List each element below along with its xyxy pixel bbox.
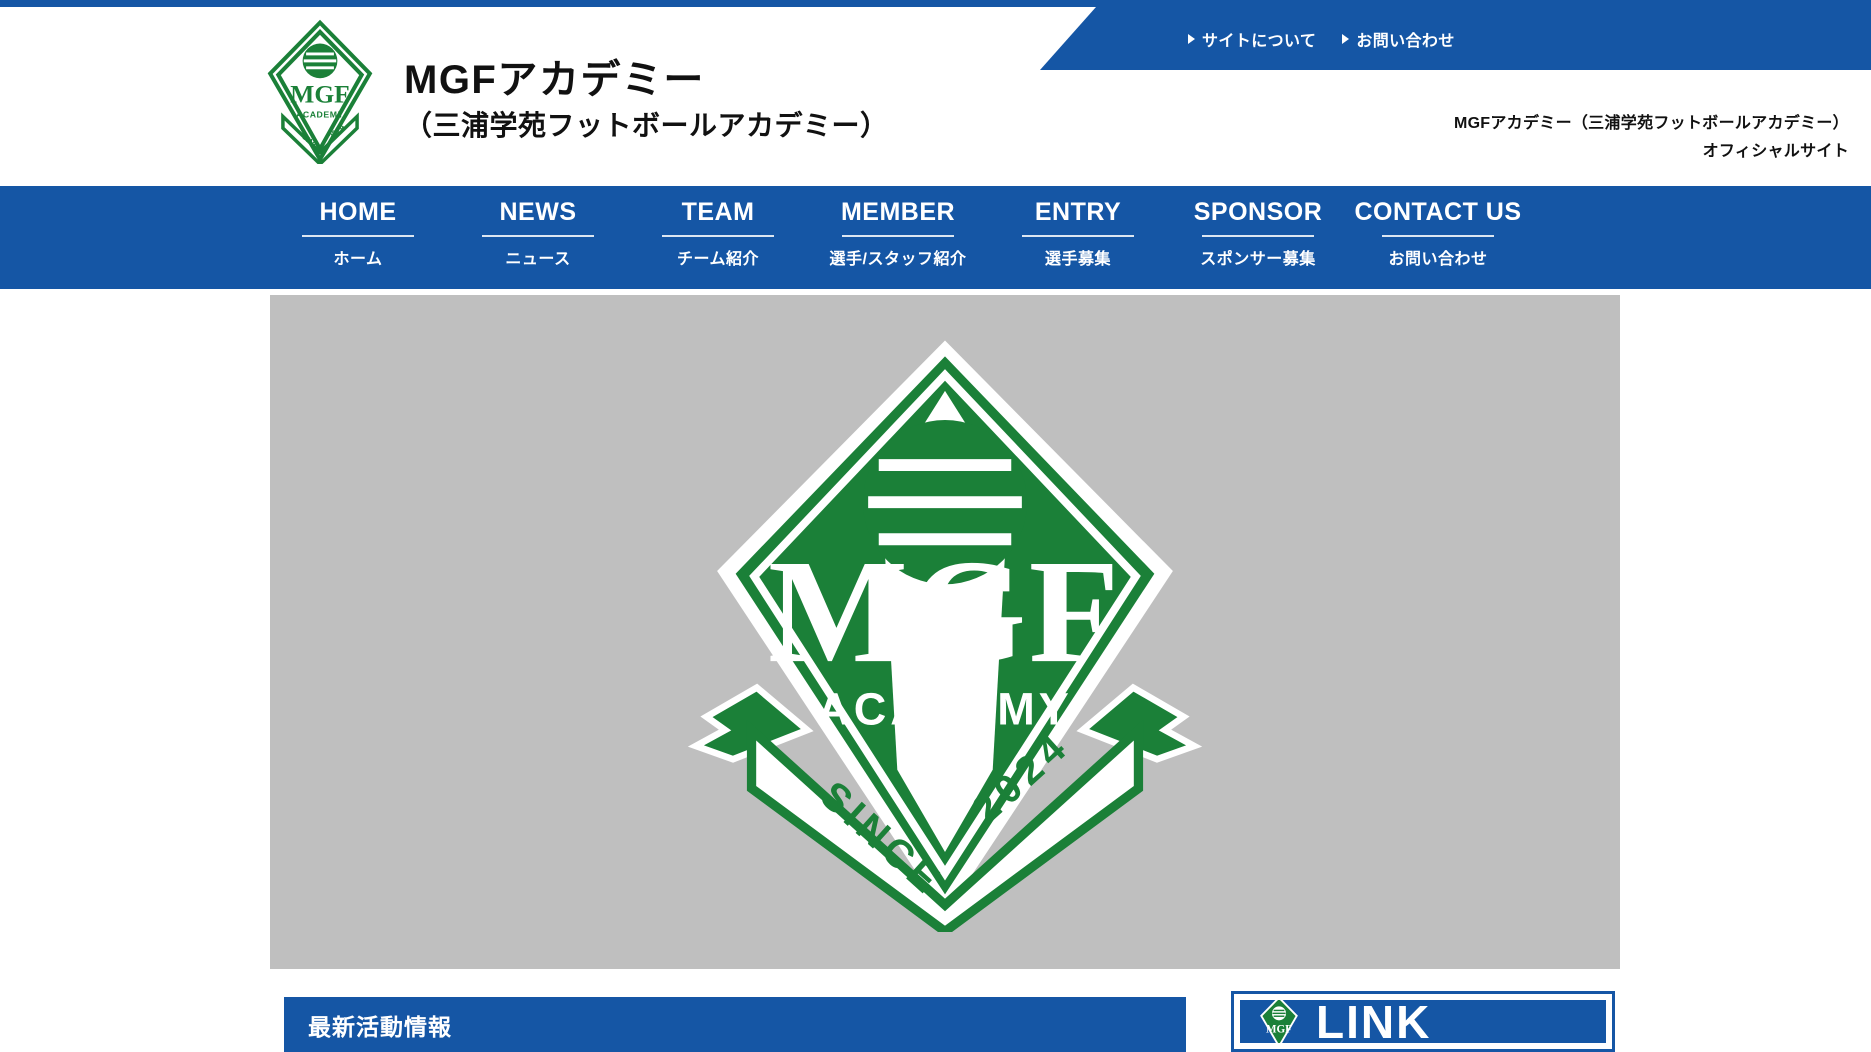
- hero-banner[interactable]: MGF ACADEMY SINCE 2024: [270, 295, 1620, 969]
- nav-item-member-jp: 選手/スタッフ紹介: [829, 251, 967, 269]
- toplink-about-label: サイトについて: [1202, 32, 1317, 50]
- nav-item-entry-jp: 選手募集: [1044, 251, 1111, 269]
- latest-activity-title: 最新活動情報: [308, 1013, 452, 1040]
- nav-divider: [1382, 235, 1494, 238]
- nav-item-sponsor-jp: スポンサー募集: [1200, 251, 1316, 269]
- nav-item-contact-jp: お問い合わせ: [1388, 251, 1488, 269]
- brand[interactable]: MGF ACADEMY SINCE 2024 MGFアカデミー （三浦学苑フット…: [262, 18, 889, 164]
- hero-crest-monogram: MGF: [768, 530, 1122, 694]
- nav-item-member-en: MEMBER: [840, 198, 956, 226]
- official-site-text: MGFアカデミー（三浦学苑フットボールアカデミー） オフィシャルサイト: [1454, 110, 1849, 166]
- main-nav: HOME ホーム NEWS ニュース TEAM チーム紹介 MEMBER 選手/…: [0, 186, 1871, 289]
- page-root: サイトについて お問い合わせ MGF ACADEMY SINCE 2024 MG…: [0, 0, 1871, 1052]
- topbar-links: サイトについて お問い合わせ: [1040, 7, 1871, 70]
- toplink-contact[interactable]: お問い合わせ: [1342, 27, 1454, 51]
- link-panel[interactable]: MGF LINK: [1231, 991, 1615, 1052]
- latest-activity-panel: 最新活動情報: [284, 997, 1186, 1052]
- toplink-contact-label: お問い合わせ: [1356, 32, 1455, 50]
- nav-divider: [482, 235, 594, 238]
- link-panel-crest-icon: MGF: [1260, 1000, 1298, 1043]
- link-panel-inner: MGF LINK: [1238, 998, 1608, 1045]
- nav-item-team-jp: チーム紹介: [676, 251, 760, 269]
- nav-item-entry[interactable]: ENTRY 選手募集: [988, 197, 1168, 269]
- brand-text: MGFアカデミー （三浦学苑フットボールアカデミー）: [404, 39, 889, 143]
- nav-item-contact-en: CONTACT US: [1354, 198, 1522, 226]
- hero-crest-academy: ACADEMY: [817, 684, 1073, 735]
- nav-item-sponsor-en: SPONSOR: [1193, 198, 1323, 226]
- nav-divider: [1022, 235, 1134, 238]
- nav-item-team-en: TEAM: [681, 198, 755, 226]
- nav-item-team[interactable]: TEAM チーム紹介: [628, 197, 808, 269]
- link-panel-title: LINK: [1316, 998, 1432, 1045]
- header-crest-monogram: MGF: [290, 80, 349, 109]
- nav-item-sponsor[interactable]: SPONSOR スポンサー募集: [1168, 197, 1348, 269]
- nav-item-home[interactable]: HOME ホーム: [268, 197, 448, 269]
- nav-item-member[interactable]: MEMBER 選手/スタッフ紹介: [808, 197, 988, 269]
- toplink-about[interactable]: サイトについて: [1188, 27, 1316, 51]
- nav-item-news-jp: ニュース: [505, 251, 571, 269]
- page-subtitle: （三浦学苑フットボールアカデミー）: [404, 110, 889, 142]
- nav-item-news[interactable]: NEWS ニュース: [448, 197, 628, 269]
- nav-divider: [662, 235, 774, 238]
- nav-item-news-en: NEWS: [499, 198, 577, 226]
- nav-item-home-en: HOME: [319, 198, 397, 226]
- nav-divider: [302, 235, 414, 238]
- official-line-2: オフィシャルサイト: [1702, 143, 1849, 160]
- nav-divider: [1202, 235, 1314, 238]
- hero-crest-logo-icon: MGF ACADEMY SINCE 2024: [687, 340, 1203, 932]
- triangle-right-icon: [1188, 33, 1195, 44]
- nav-item-contact[interactable]: CONTACT US お問い合わせ: [1348, 197, 1528, 269]
- official-line-1: MGFアカデミー（三浦学苑フットボールアカデミー）: [1453, 115, 1849, 132]
- nav-divider: [842, 235, 954, 238]
- nav-item-home-jp: ホーム: [333, 251, 383, 269]
- nav-item-entry-en: ENTRY: [1034, 198, 1122, 226]
- page-title: MGFアカデミー: [404, 58, 705, 103]
- header-crest-logo-icon: MGF ACADEMY SINCE 2024: [267, 19, 373, 164]
- triangle-right-icon: [1342, 33, 1350, 44]
- header-crest-academy: ACADEMY: [296, 110, 344, 120]
- top-rule: [0, 0, 1871, 7]
- link-panel-crest-monogram: MGF: [1266, 1023, 1292, 1035]
